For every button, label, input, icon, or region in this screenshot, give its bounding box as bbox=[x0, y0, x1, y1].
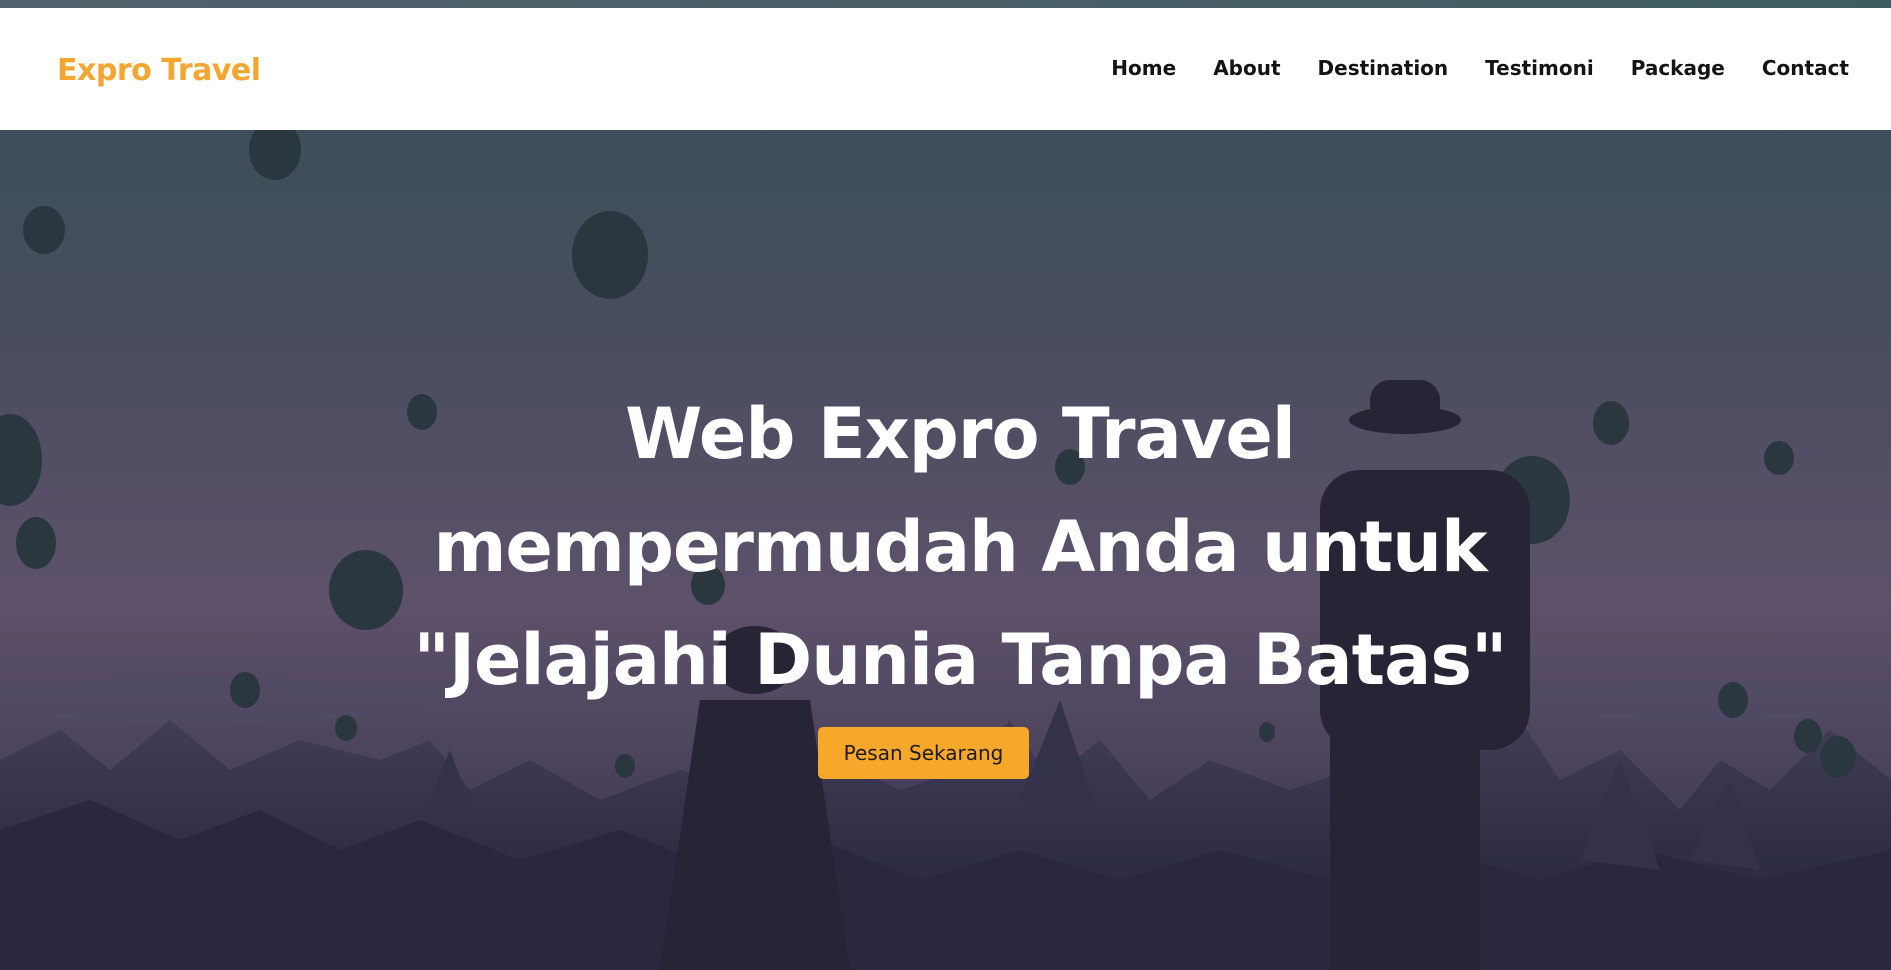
hero-title: Web Expro Travel mempermudah Anda untuk … bbox=[345, 378, 1575, 717]
top-strip bbox=[0, 0, 1891, 8]
hero-title-line-3: "Jelajahi Dunia Tanpa Batas" bbox=[413, 619, 1508, 701]
nav-item-home[interactable]: Home bbox=[1111, 56, 1176, 80]
nav-item-destination[interactable]: Destination bbox=[1318, 56, 1449, 80]
nav-menu: Home About Destination Testimoni Package… bbox=[1111, 56, 1849, 80]
order-now-button[interactable]: Pesan Sekarang bbox=[818, 727, 1029, 779]
nav-item-package[interactable]: Package bbox=[1631, 56, 1725, 80]
nav-item-contact[interactable]: Contact bbox=[1762, 56, 1849, 80]
nav-item-testimoni[interactable]: Testimoni bbox=[1485, 56, 1594, 80]
hero-title-line-2: mempermudah Anda untuk bbox=[433, 506, 1487, 588]
page: Expro Travel Home About Destination Test… bbox=[0, 0, 1891, 970]
hero-title-line-1: Web Expro Travel bbox=[625, 393, 1296, 475]
nav-item-about[interactable]: About bbox=[1213, 56, 1280, 80]
navbar: Expro Travel Home About Destination Test… bbox=[0, 8, 1891, 130]
brand-logo[interactable]: Expro Travel bbox=[57, 53, 261, 88]
